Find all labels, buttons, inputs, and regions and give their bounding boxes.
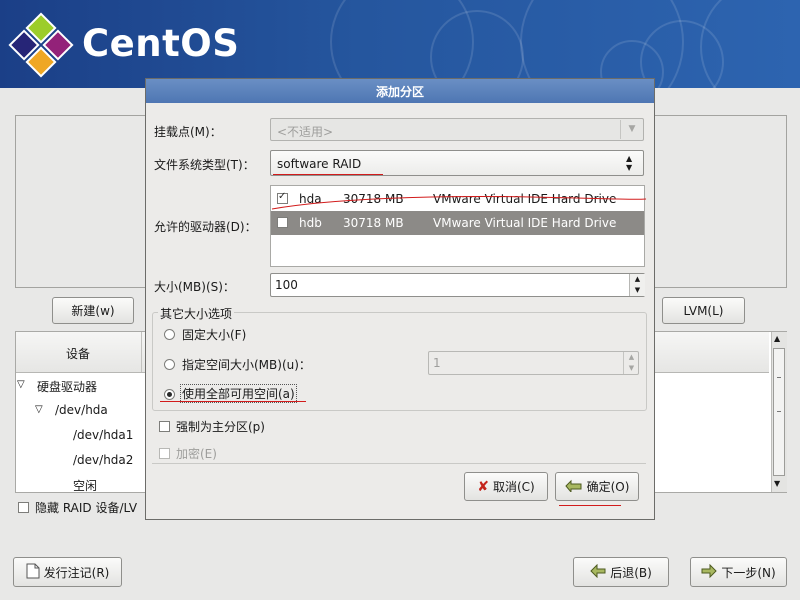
size-value: 100	[275, 278, 298, 292]
fs-type-label: 文件系统类型(T)：	[154, 158, 255, 172]
fill-to-size-label[interactable]: 指定空间大小(MB)(u)：	[182, 356, 311, 373]
separator	[152, 463, 646, 464]
tree-item-free[interactable]: 空闲	[73, 477, 97, 494]
hide-raid-label: 隐藏 RAID 设备/LV	[35, 501, 138, 515]
drive-size: 30718 MB	[343, 216, 404, 230]
release-notes-label: 发行注记(R)	[43, 565, 110, 580]
arrow-right-icon	[701, 563, 718, 581]
force-primary-checkbox[interactable]	[159, 421, 170, 432]
encrypt-checkbox[interactable]	[159, 448, 170, 459]
annotation-stroke	[271, 196, 647, 210]
tree-toggle-icon[interactable]: ▽	[17, 379, 25, 390]
fill-all-radio[interactable]	[164, 389, 175, 400]
hide-raid-checkbox[interactable]	[18, 502, 29, 513]
tree-item-hda[interactable]: /dev/hda	[55, 403, 108, 417]
mount-point-value: <不适用>	[277, 125, 334, 139]
drive-checkbox-hdb[interactable]	[277, 217, 288, 228]
ok-button[interactable]: 确定(O)	[555, 472, 639, 501]
annotation-underline	[160, 401, 306, 402]
drive-row-hdb[interactable]: hdb 30718 MB VMware Virtual IDE Hard Dri…	[271, 211, 644, 235]
other-size-group-title: 其它大小选项	[158, 305, 235, 322]
mount-point-combo[interactable]: <不适用> ▼	[270, 118, 644, 141]
annotation-underline	[559, 505, 621, 506]
dropdown-arrow-icon: ▼	[620, 120, 643, 139]
drive-name: hdb	[299, 216, 322, 230]
spin-arrows-icon[interactable]: ▲ ▼	[629, 274, 645, 296]
tree-toggle-icon[interactable]: ▽	[35, 404, 43, 415]
scrollbar[interactable]: ▲ ▼	[771, 332, 787, 492]
encrypt-label[interactable]: 加密(E)	[176, 445, 217, 462]
tree-item-hda1[interactable]: /dev/hda1	[73, 428, 133, 442]
cancel-label: 取消(C)	[492, 480, 535, 494]
fs-type-value: software RAID	[277, 157, 362, 171]
mount-point-label: 挂载点(M)：	[154, 125, 222, 139]
ok-arrow-icon	[564, 478, 583, 495]
fill-to-size-input[interactable]: 1 ▲ ▼	[428, 351, 639, 375]
lvm-button[interactable]: LVM(L)	[662, 297, 745, 324]
drives-label: 允许的驱动器(D)：	[154, 220, 257, 234]
ok-label: 确定(O)	[586, 480, 630, 494]
fixed-size-radio[interactable]	[164, 329, 175, 340]
drive-model: VMware Virtual IDE Hard Drive	[433, 216, 617, 230]
column-divider	[141, 332, 142, 372]
back-button[interactable]: 后退(B)	[573, 557, 669, 587]
cancel-button[interactable]: ✘ 取消(C)	[464, 472, 548, 501]
back-label: 后退(B)	[610, 565, 652, 580]
spin-arrows-icon[interactable]: ▲ ▼	[623, 352, 639, 374]
next-button[interactable]: 下一步(N)	[690, 557, 787, 587]
column-device[interactable]: 设备	[66, 345, 90, 362]
cancel-x-icon: ✘	[477, 478, 489, 495]
new-button[interactable]: 新建(w)	[52, 297, 134, 324]
dialog-title: 添加分区	[146, 79, 654, 103]
header-banner: CentOS	[0, 0, 800, 88]
updown-arrow-icon: ▲ ▼	[626, 154, 633, 172]
arrow-left-icon	[590, 563, 606, 581]
fill-to-size-radio[interactable]	[164, 359, 175, 370]
size-label: 大小(MB)(S)：	[154, 280, 235, 294]
force-primary-label[interactable]: 强制为主分区(p)	[176, 418, 265, 435]
brand-name: CentOS	[82, 22, 240, 65]
fixed-size-label[interactable]: 固定大小(F)	[182, 326, 246, 343]
fs-type-select[interactable]: software RAID ▲ ▼	[270, 150, 644, 176]
size-spin-input[interactable]: 100 ▲ ▼	[270, 273, 645, 297]
document-icon	[26, 563, 40, 582]
annotation-underline	[273, 174, 383, 175]
fill-to-size-value: 1	[433, 356, 441, 370]
tree-item-hard-drives[interactable]: 硬盘驱动器	[37, 378, 97, 395]
add-partition-dialog: 添加分区 挂载点(M)： <不适用> ▼ 文件系统类型(T)： software…	[145, 78, 655, 520]
tree-item-hda2[interactable]: /dev/hda2	[73, 453, 133, 467]
release-notes-button[interactable]: 发行注记(R)	[13, 557, 122, 587]
centos-logo-icon	[8, 12, 74, 78]
next-label: 下一步(N)	[721, 565, 776, 580]
